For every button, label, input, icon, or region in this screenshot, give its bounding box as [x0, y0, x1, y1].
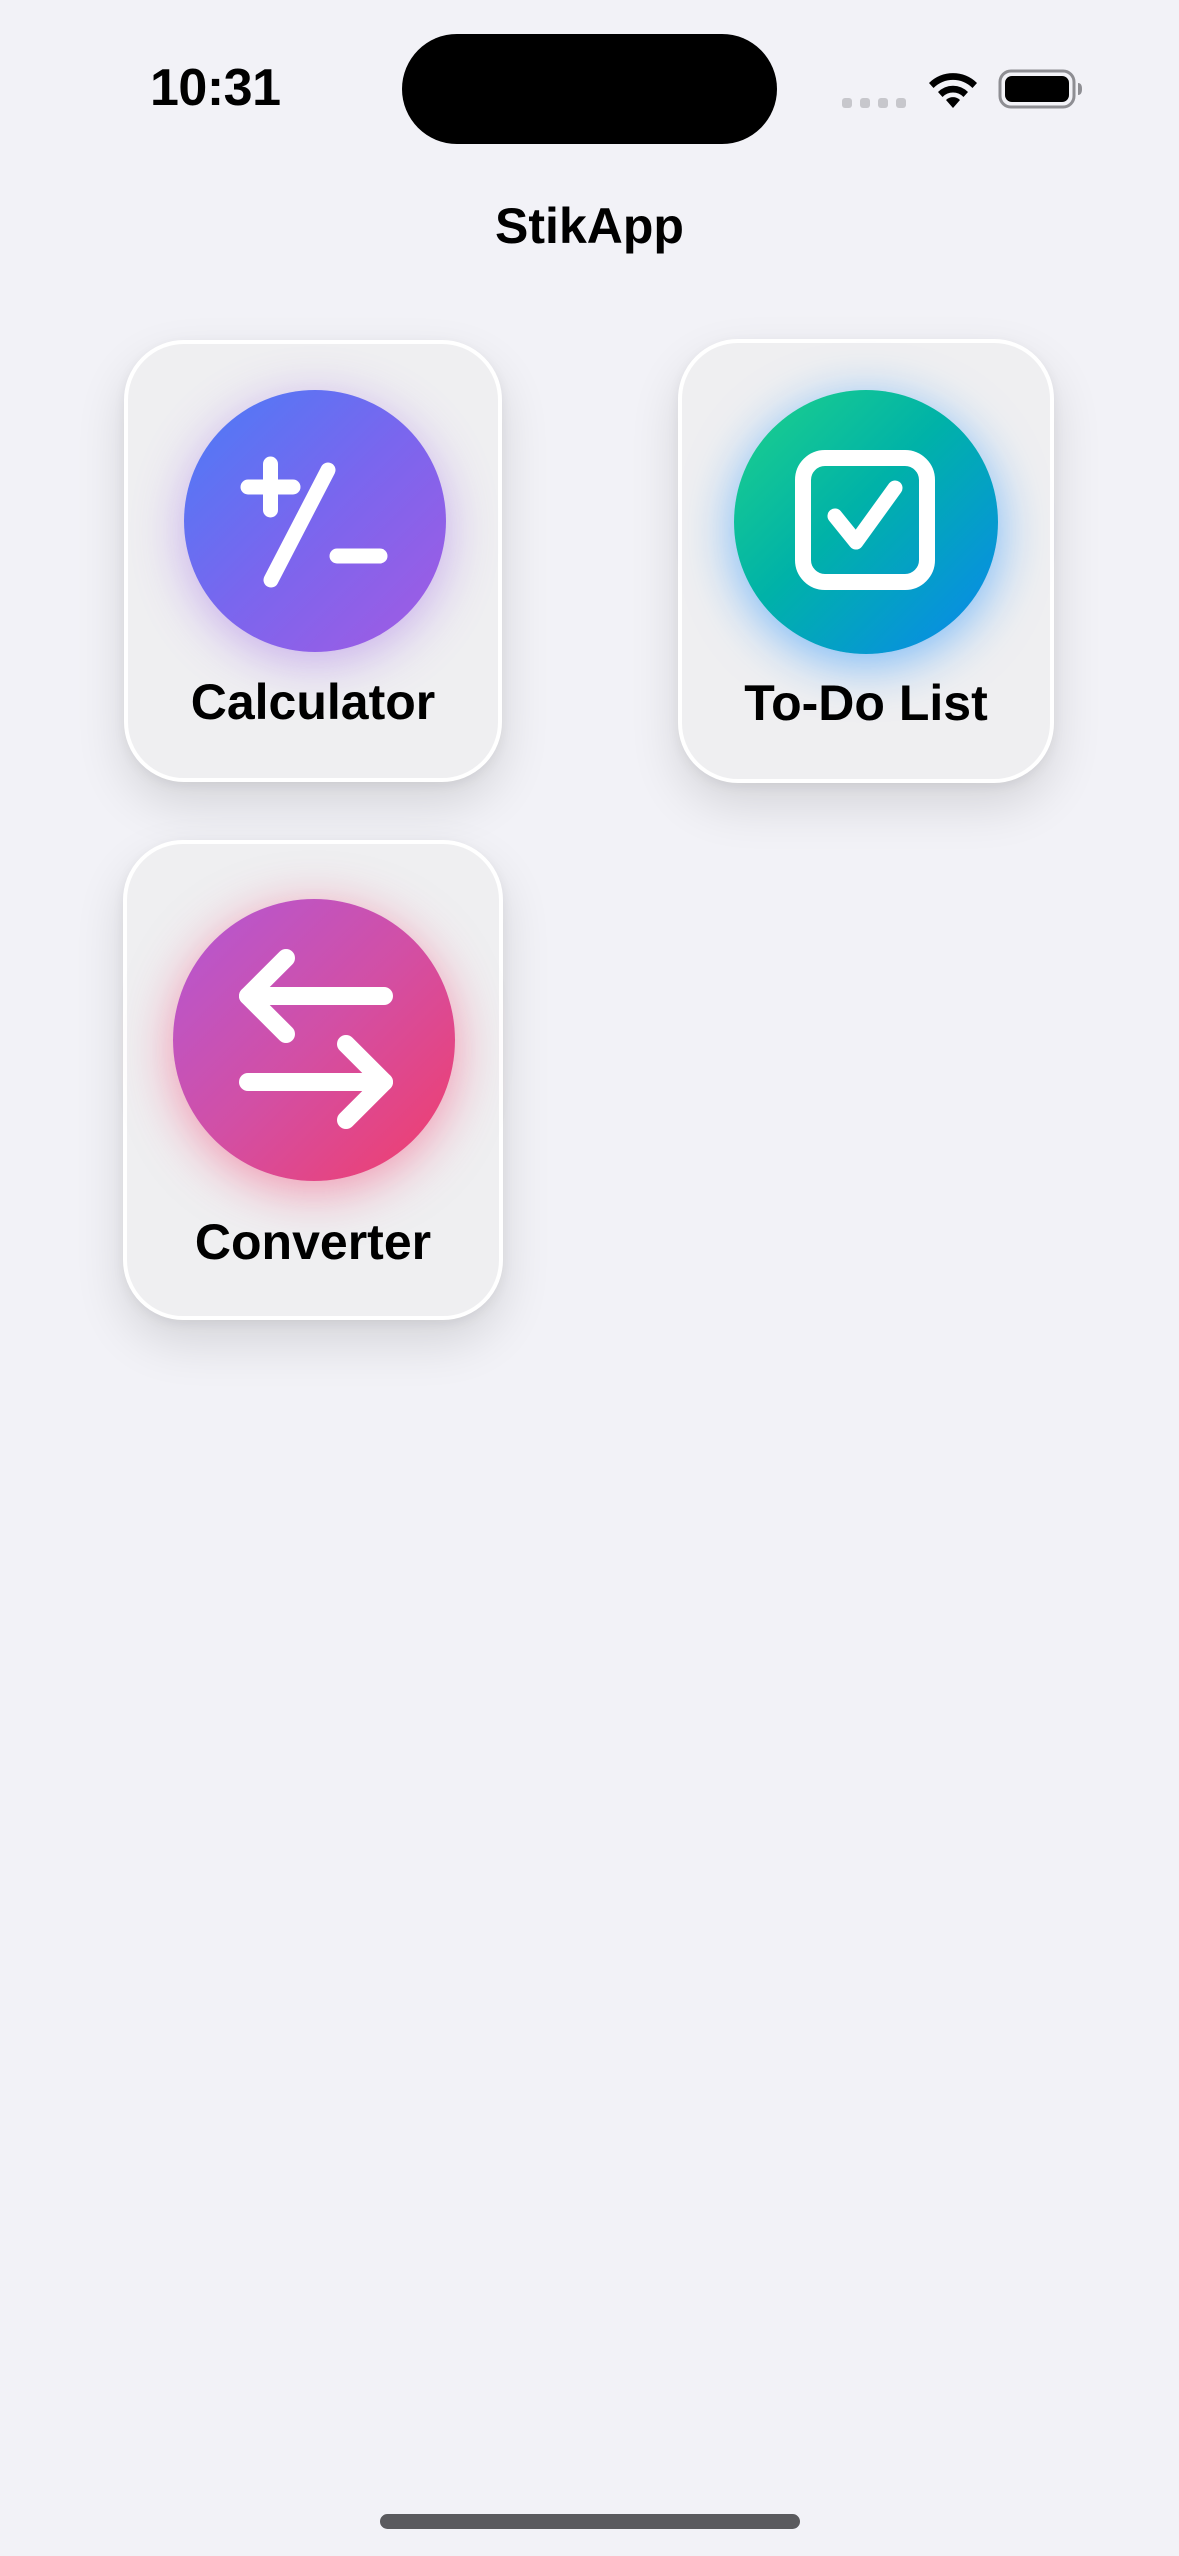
dynamic-island [402, 34, 777, 144]
status-time: 10:31 [150, 59, 281, 117]
arrows-exchange-icon [239, 949, 393, 1129]
page-title: StikApp [495, 198, 684, 254]
status-icons [840, 60, 1090, 120]
todo-icon-circle [734, 390, 998, 654]
app-label-converter: Converter [194, 1214, 432, 1270]
app-label-calculator: Calculator [190, 674, 436, 730]
calculator-icon-circle [184, 390, 446, 652]
home-indicator[interactable] [380, 2514, 800, 2529]
signal-icon [842, 98, 906, 108]
app-tile-converter[interactable]: Converter [123, 840, 503, 1320]
app-tile-todo-list[interactable]: To-Do List [678, 339, 1054, 783]
app-tile-calculator[interactable]: Calculator [124, 340, 502, 782]
battery-icon [998, 69, 1082, 109]
checkbox-icon [795, 450, 935, 590]
plus-minus-icon [240, 456, 388, 588]
app-label-todo-list: To-Do List [744, 675, 988, 731]
converter-icon-circle [173, 899, 455, 1181]
wifi-icon [929, 73, 977, 108]
